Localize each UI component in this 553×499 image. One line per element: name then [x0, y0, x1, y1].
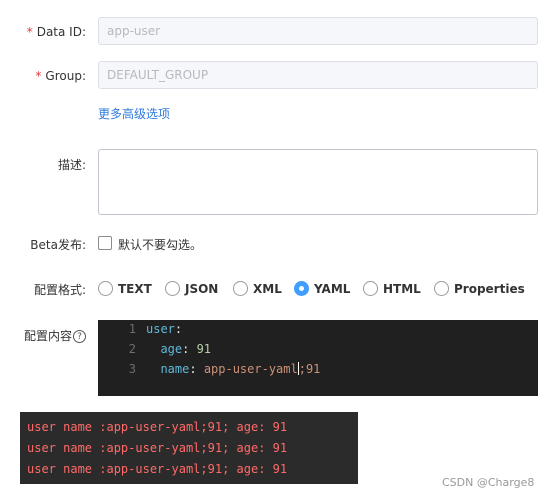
beta-checkbox-label[interactable]: 默认不要勾选。 [118, 236, 202, 253]
data-id-input[interactable]: app-user [98, 17, 538, 45]
description-textarea[interactable] [98, 149, 538, 215]
code-area[interactable]: user: age: 91 name: app-user-yaml;91 [146, 320, 538, 396]
beta-checkbox[interactable] [98, 236, 112, 250]
radio-label: XML [253, 281, 282, 296]
yaml-value: 91 [196, 342, 212, 356]
line-number-gutter: 1 2 3 [98, 320, 142, 396]
yaml-key: user [146, 322, 175, 336]
radio-icon [434, 281, 449, 296]
question-circle-icon[interactable]: ? [73, 330, 86, 343]
data-id-label: * Data ID: [0, 24, 86, 40]
console-line: user name :app-user-yaml;91; age: 91 [27, 462, 288, 476]
format-option-yaml[interactable]: YAML [294, 281, 350, 296]
group-label-text: Group: [45, 69, 86, 83]
yaml-sep: : [174, 322, 183, 336]
yaml-value: ;91 [298, 362, 321, 376]
yaml-sep: : [182, 342, 197, 356]
console-line: user name :app-user-yaml;91; age: 91 [27, 441, 288, 455]
watermark: CSDN @Charge8 [442, 476, 535, 489]
code-line: user: [146, 322, 182, 336]
advanced-options-link[interactable]: 更多高级选项 [98, 105, 170, 122]
content-label-text: 配置内容 [23, 329, 72, 343]
radio-label: Properties [454, 281, 525, 296]
data-id-label-text: Data ID: [36, 25, 86, 39]
format-option-properties[interactable]: Properties [434, 281, 525, 296]
line-number: 2 [128, 342, 136, 356]
yaml-key: age [146, 342, 183, 356]
yaml-sep: : [189, 362, 204, 376]
group-input[interactable]: DEFAULT_GROUP [98, 61, 538, 89]
required-mark: * [35, 69, 42, 83]
radio-label: YAML [314, 281, 351, 296]
radio-label: JSON [185, 281, 219, 296]
radio-icon [98, 281, 113, 296]
format-option-xml[interactable]: XML [233, 281, 282, 296]
line-number: 1 [128, 322, 136, 336]
code-line: name: app-user-yaml;91 [146, 362, 320, 376]
radio-icon [363, 281, 378, 296]
format-option-json[interactable]: JSON [165, 281, 218, 296]
radio-label: TEXT [118, 281, 152, 296]
radio-label: HTML [383, 281, 421, 296]
console-line: user name :app-user-yaml;91; age: 91 [27, 420, 288, 434]
group-label: * Group: [0, 68, 86, 84]
yaml-value: app-user-yaml [203, 362, 298, 376]
radio-icon [233, 281, 248, 296]
format-option-text[interactable]: TEXT [98, 281, 152, 296]
radio-selected-icon [294, 281, 309, 296]
console-output: user name :app-user-yaml;91; age: 91 use… [20, 412, 358, 484]
format-option-html[interactable]: HTML [363, 281, 421, 296]
required-mark: * [26, 25, 33, 39]
beta-label: Beta发布: [30, 238, 86, 252]
line-number: 3 [128, 362, 136, 376]
description-label: 描述: [57, 158, 86, 172]
content-label: 配置内容? [0, 328, 86, 344]
code-editor[interactable]: 1 2 3 user: age: 91 name: app-user-yaml;… [98, 320, 538, 396]
radio-icon [165, 281, 180, 296]
code-line: age: 91 [146, 342, 211, 356]
yaml-key: name [146, 362, 190, 376]
format-label: 配置格式: [33, 283, 86, 297]
